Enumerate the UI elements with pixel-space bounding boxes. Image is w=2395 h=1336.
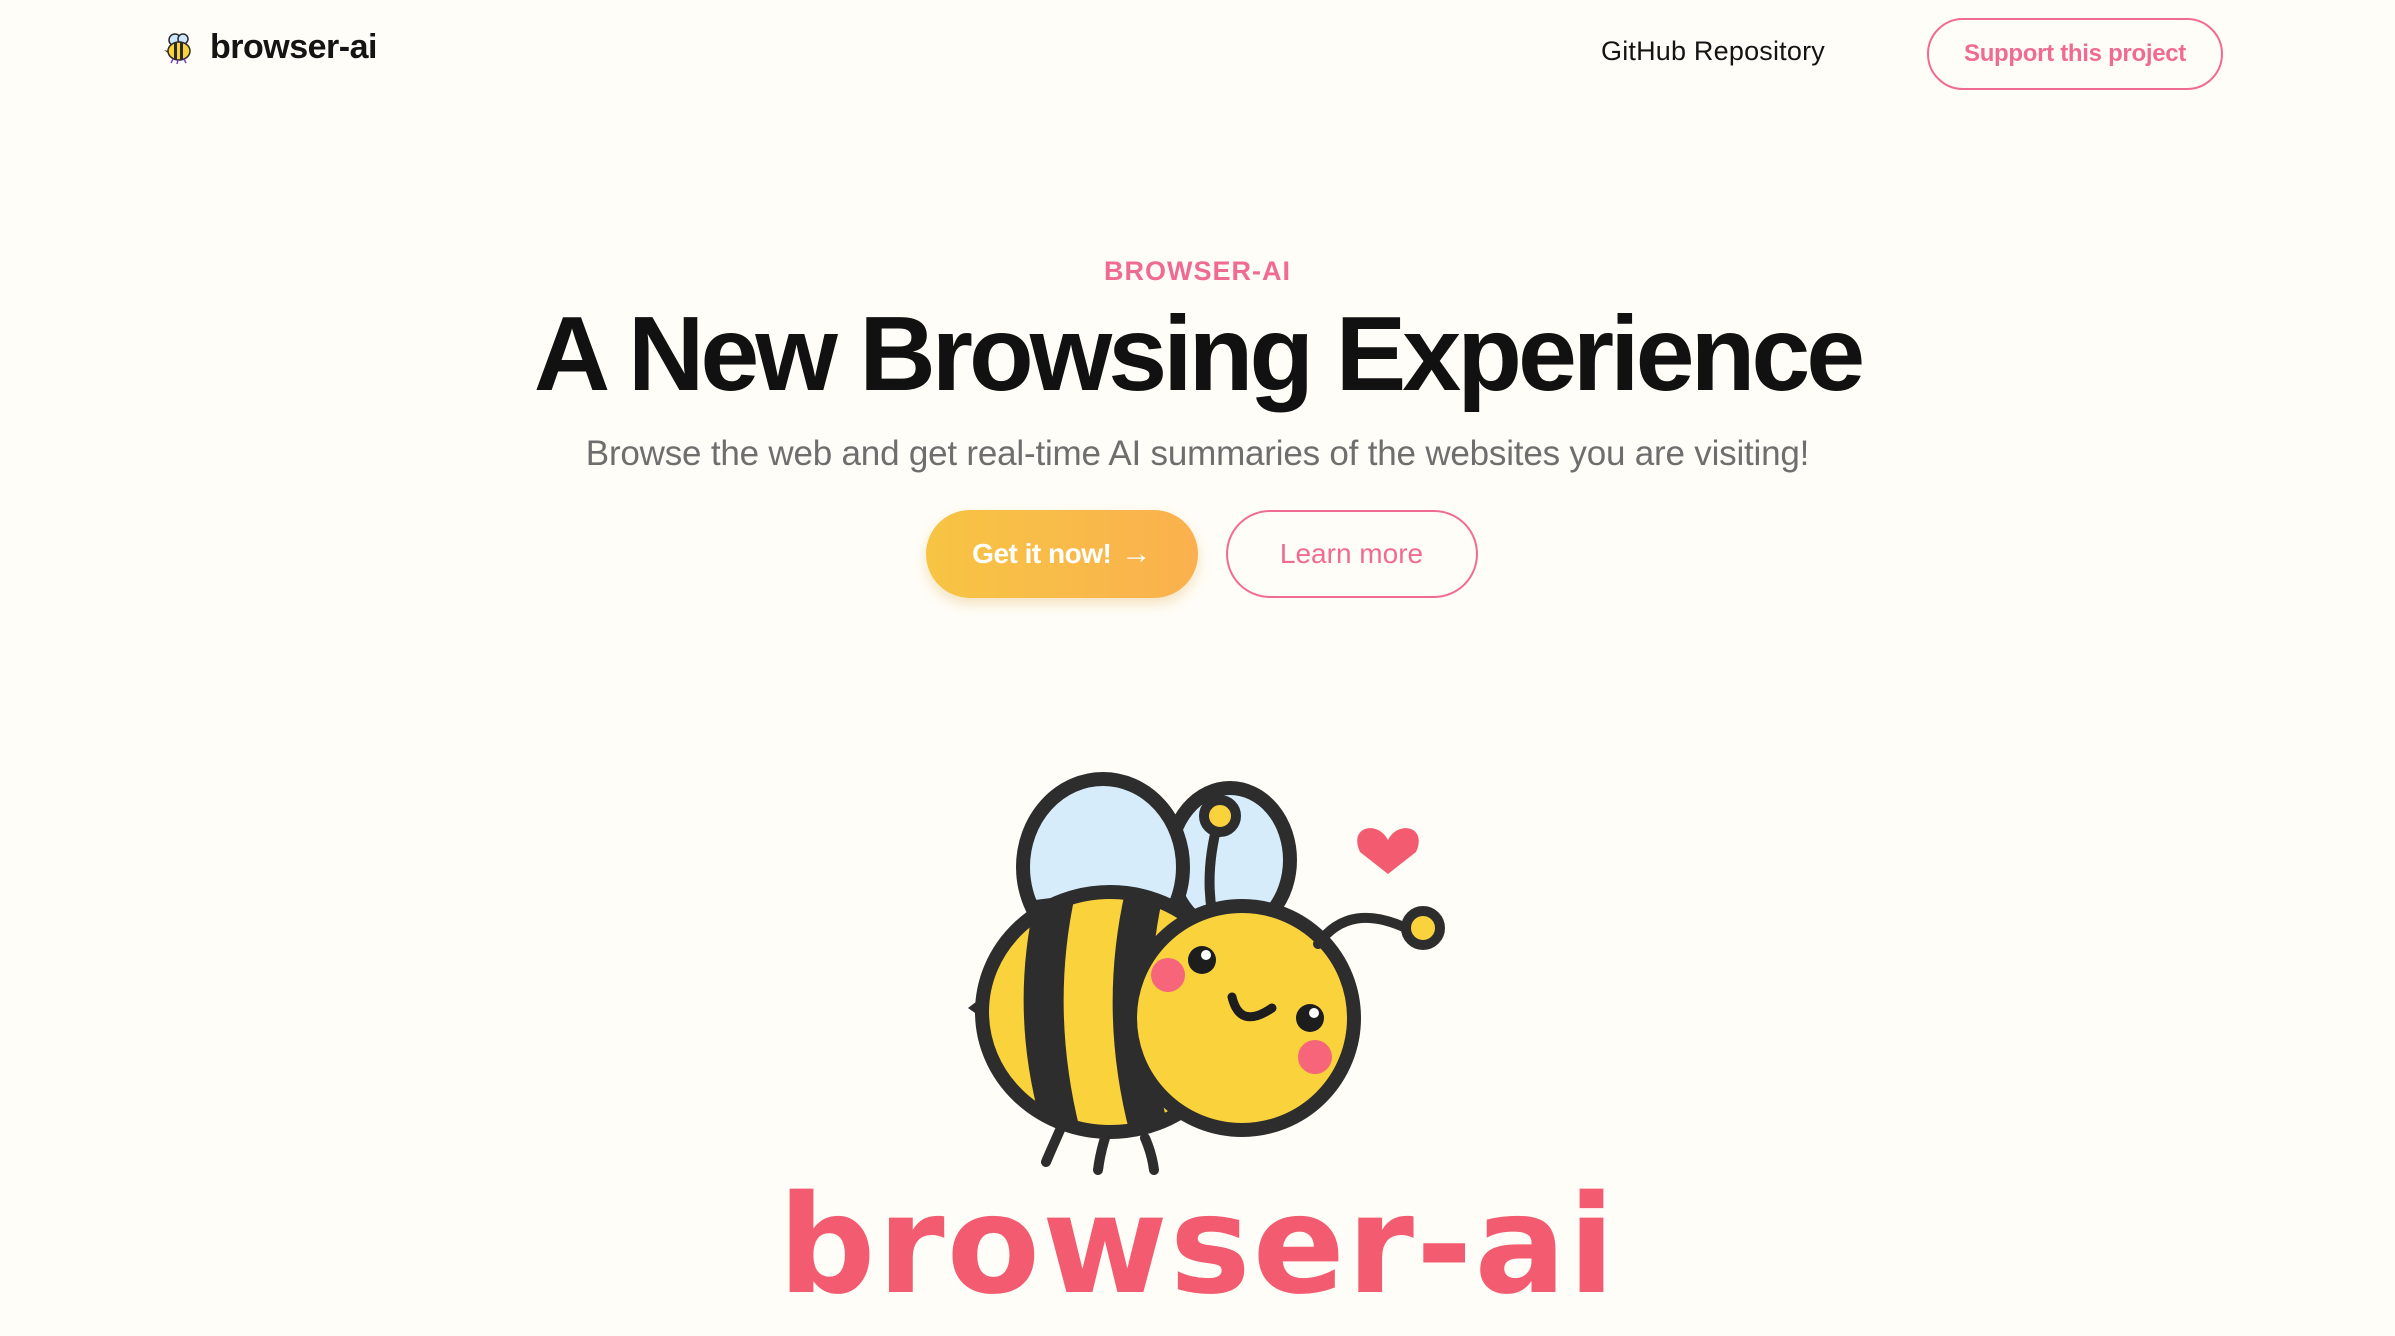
arrow-right-icon: → xyxy=(1121,537,1151,570)
get-it-now-label: Get it now! xyxy=(972,538,1112,569)
get-it-now-button[interactable]: Get it now! → xyxy=(925,510,1198,598)
hero-title: A New Browsing Experience xyxy=(533,295,1865,413)
hero-eyebrow: BROWSER-AI xyxy=(1104,256,1291,286)
cta-row: Get it now! → Learn more xyxy=(0,510,2395,598)
top-navbar: browser-ai GitHub Repository Support thi… xyxy=(0,0,2395,108)
support-project-button[interactable]: Support this project xyxy=(1927,18,2223,90)
brand-home-link[interactable]: browser-ai xyxy=(162,28,377,67)
brand-name: browser-ai xyxy=(210,28,377,66)
hero-subtitle: Browse the web and get real-time AI summ… xyxy=(585,434,1810,474)
hero-section: BROWSER-AI A New Browsing Experience Bro… xyxy=(0,250,2395,474)
github-repository-link[interactable]: GitHub Repository xyxy=(1601,36,1825,67)
bee-icon xyxy=(164,32,191,64)
bee-mascot-illustration xyxy=(968,772,1445,1175)
browser-ai-logo-text: browser-ai xyxy=(778,1167,1617,1325)
learn-more-button[interactable]: Learn more xyxy=(1225,510,1478,598)
